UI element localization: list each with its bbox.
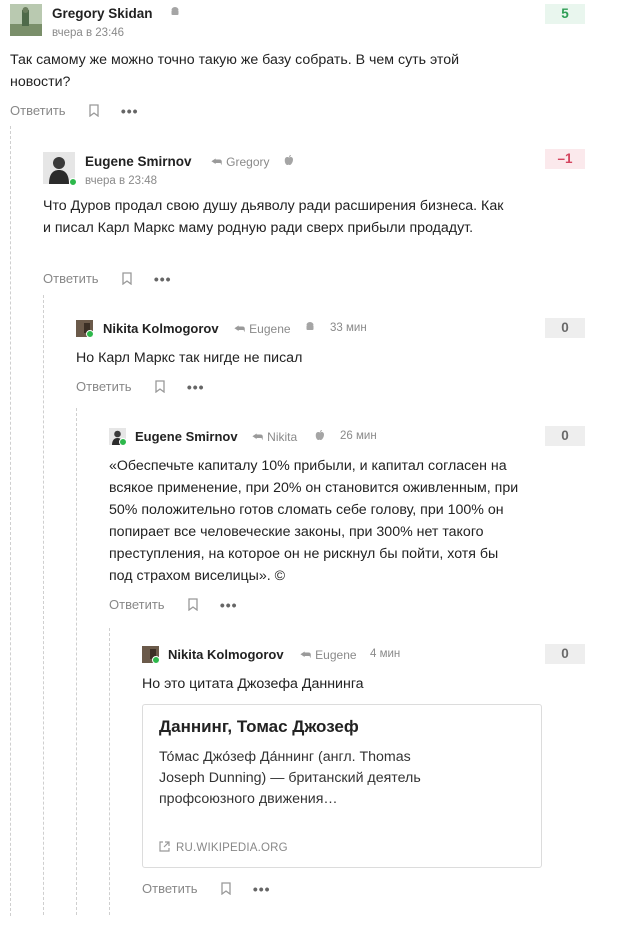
reply-to-name: Eugene <box>249 322 291 336</box>
android-icon <box>170 7 180 20</box>
bookmark-icon[interactable] <box>122 272 132 286</box>
reply-button[interactable]: Ответить <box>43 271 99 286</box>
more-icon[interactable]: ••• <box>187 379 205 395</box>
avatar[interactable] <box>142 646 160 664</box>
comment-time[interactable]: вчера в 23:46 <box>52 27 124 39</box>
link-preview-card[interactable]: Даннинг, Томас Джозеф То́мас Джо́зеф Да́… <box>142 704 542 868</box>
comment-body: Но Карл Маркс так нигде не писал <box>76 350 303 366</box>
comment-body: Что Дуров продал свою душу дьяволу ради … <box>43 198 504 236</box>
comment: Nikita Kolmogorov ⮪ Eugene 4 мин 0 Но это… <box>142 644 590 906</box>
reply-to-link[interactable]: ⮪ Gregory <box>211 155 270 170</box>
comment-actions: Ответить ••• <box>10 102 139 122</box>
comment-score: 0 <box>545 644 585 664</box>
comment-actions: Ответить ••• <box>43 270 172 290</box>
comment-author[interactable]: Nikita Kolmogorov <box>103 321 219 336</box>
reply-to-name: Gregory <box>226 155 270 169</box>
more-icon[interactable]: ••• <box>154 271 172 287</box>
comment-score: 0 <box>545 426 585 446</box>
comment-author[interactable]: Gregory Skidan <box>52 6 153 21</box>
comment-score: –1 <box>545 149 585 169</box>
link-preview-domain: RU.WIKIPEDIA.ORG <box>176 842 288 854</box>
online-indicator <box>86 330 94 338</box>
online-indicator <box>119 438 127 446</box>
bookmark-icon[interactable] <box>89 104 99 118</box>
reply-to-link[interactable]: ⮪ Eugene <box>234 322 291 337</box>
comment: Eugene Smirnov ⮪ Nikita 26 мин 0 «Обеспеч… <box>109 426 590 618</box>
reply-button[interactable]: Ответить <box>142 881 198 896</box>
android-icon <box>305 322 315 335</box>
thread-line <box>109 628 110 915</box>
bookmark-icon[interactable] <box>188 598 198 612</box>
thread-line <box>43 295 44 915</box>
reply-arrow-icon: ⮪ <box>252 430 264 444</box>
comment: Eugene Smirnov ⮪ Gregory вчера в 23:48 –1… <box>43 149 590 292</box>
reply-to-name: Eugene <box>315 648 357 662</box>
comment-actions: Ответить ••• <box>109 596 238 616</box>
link-preview-title[interactable]: Даннинг, Томас Джозеф <box>159 717 359 737</box>
apple-icon <box>315 429 325 444</box>
comment-score: 0 <box>545 318 585 338</box>
comment-actions: Ответить ••• <box>76 378 205 398</box>
avatar[interactable] <box>10 4 42 36</box>
bookmark-icon[interactable] <box>221 882 231 896</box>
bookmark-icon[interactable] <box>155 380 165 394</box>
more-icon[interactable]: ••• <box>253 881 271 897</box>
avatar[interactable] <box>76 320 94 338</box>
comment: Nikita Kolmogorov ⮪ Eugene 33 мин 0 Но Ка… <box>76 318 590 400</box>
comment-author[interactable]: Nikita Kolmogorov <box>168 647 284 662</box>
comment-author[interactable]: Eugene Smirnov <box>135 429 238 444</box>
reply-button[interactable]: Ответить <box>10 103 66 118</box>
apple-icon <box>284 154 294 169</box>
comment-author[interactable]: Eugene Smirnov <box>85 154 192 169</box>
reply-button[interactable]: Ответить <box>109 597 165 612</box>
avatar[interactable] <box>109 428 127 446</box>
comment-actions: Ответить ••• <box>142 880 271 900</box>
comment: Gregory Skidan вчера в 23:46 5 Так самом… <box>10 4 590 124</box>
reply-arrow-icon: ⮪ <box>211 155 223 169</box>
comment-body: «Обеспечьте капиталу 10% прибыли, и капи… <box>109 458 519 584</box>
comment-time[interactable]: 26 мин <box>340 430 377 442</box>
comment-time[interactable]: вчера в 23:48 <box>85 175 157 187</box>
reply-to-link[interactable]: ⮪ Nikita <box>252 430 297 445</box>
reply-arrow-icon: ⮪ <box>300 648 312 662</box>
thread-line <box>76 408 77 915</box>
reply-to-name: Nikita <box>267 430 298 444</box>
comment-time[interactable]: 4 мин <box>370 648 400 660</box>
reply-button[interactable]: Ответить <box>76 379 132 394</box>
more-icon[interactable]: ••• <box>121 103 139 119</box>
link-preview-source[interactable]: RU.WIKIPEDIA.ORG <box>159 841 288 854</box>
thread-line <box>10 126 11 916</box>
comment-body: Так самому же можно точно такую же базу … <box>10 52 460 90</box>
link-preview-description: То́мас Джо́зеф Да́ннинг (англ. Thomas Jo… <box>159 749 421 807</box>
more-icon[interactable]: ••• <box>220 597 238 613</box>
comment-body: Но это цитата Джозефа Даннинга <box>142 676 364 692</box>
online-indicator <box>152 656 160 664</box>
reply-to-link[interactable]: ⮪ Eugene <box>300 648 357 663</box>
comment-score: 5 <box>545 4 585 24</box>
reply-arrow-icon: ⮪ <box>234 322 246 336</box>
comment-time[interactable]: 33 мин <box>330 322 367 334</box>
avatar[interactable] <box>43 152 77 186</box>
online-indicator <box>69 178 77 186</box>
external-link-icon <box>159 841 170 852</box>
